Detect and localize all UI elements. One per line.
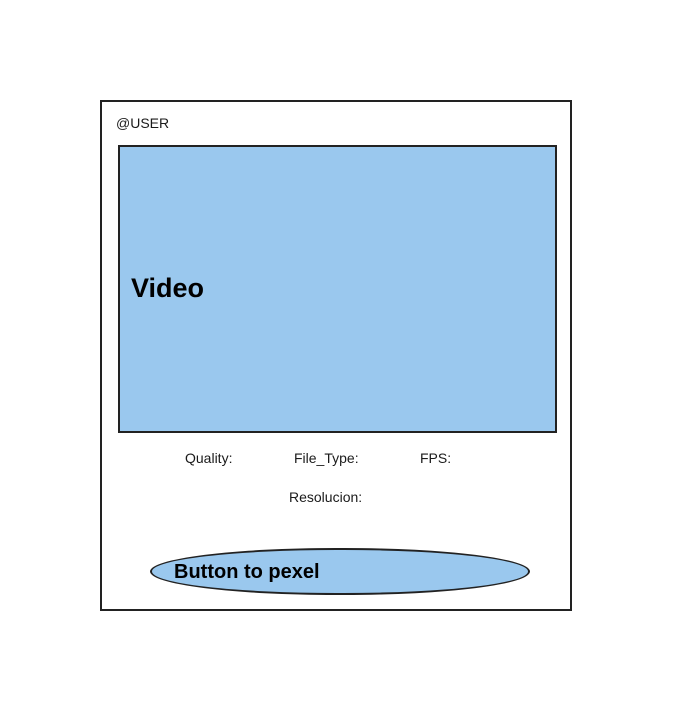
video-player[interactable]: Video <box>118 145 557 433</box>
pexel-button-label: Button to pexel <box>174 561 320 583</box>
user-handle: @USER <box>116 115 170 131</box>
file-type-label: File_Type: <box>294 450 359 466</box>
fps-label: FPS: <box>420 450 452 466</box>
quality-label: Quality: <box>185 450 233 466</box>
resolution-label: Resolucion: <box>289 489 363 505</box>
pexel-button[interactable]: Button to pexel <box>150 548 530 595</box>
video-label: Video <box>131 273 205 303</box>
